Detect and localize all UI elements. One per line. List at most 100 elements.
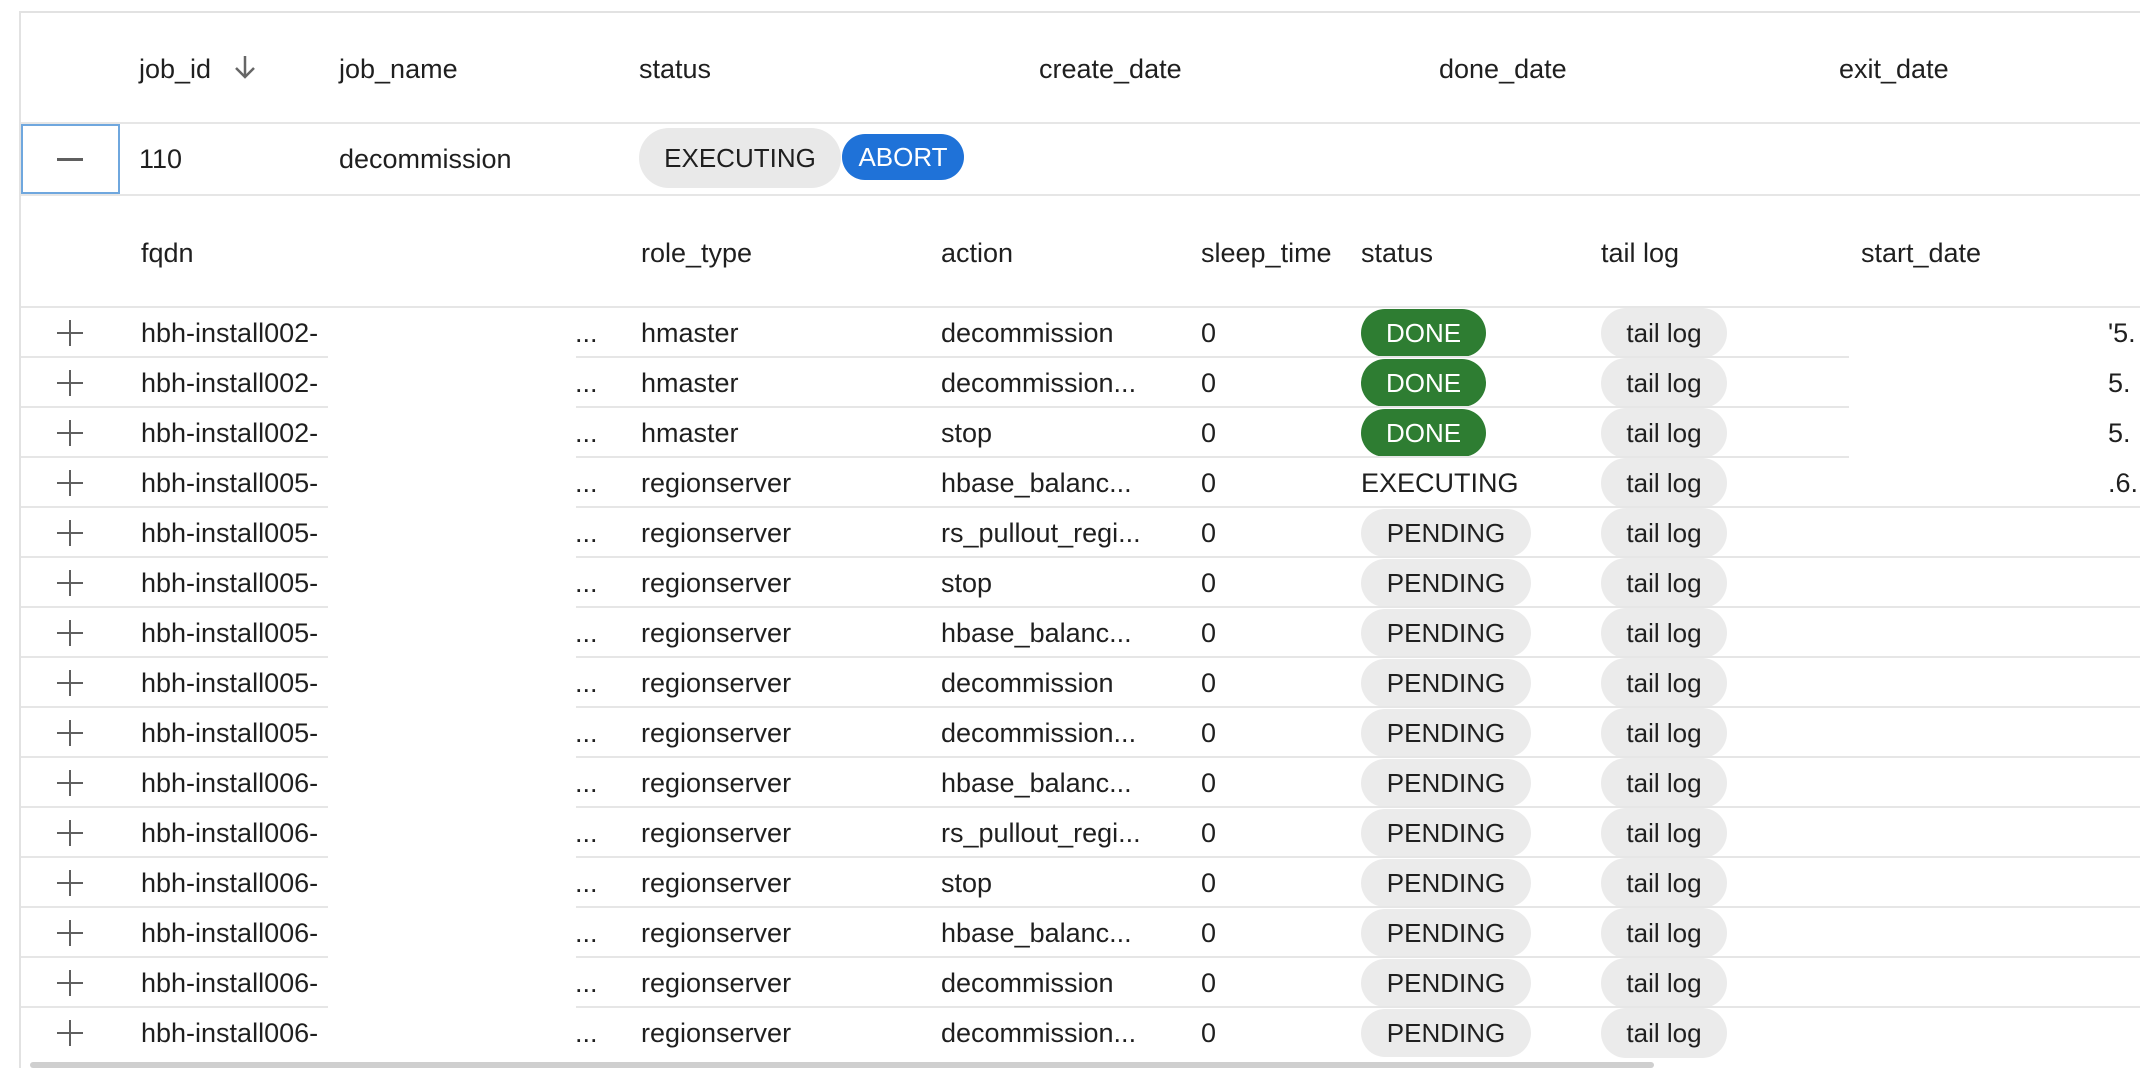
status-badge-pending: PENDING: [1361, 609, 1531, 657]
tail-log-button[interactable]: tail log: [1601, 608, 1727, 658]
row-divider: [21, 606, 328, 608]
row-divider: [21, 706, 328, 708]
fqdn-ellipsis: ...: [575, 418, 598, 448]
fqdn-ellipsis: ...: [575, 768, 598, 798]
fqdn-ellipsis: ...: [575, 368, 598, 398]
status-badge-done: DONE: [1361, 409, 1486, 457]
sleep-time-cell: 0: [1201, 618, 1217, 648]
inner-header-status[interactable]: status: [1361, 238, 1433, 268]
action-cell: stop: [941, 418, 993, 448]
sleep-time-cell: 0: [1201, 1018, 1217, 1048]
plus-icon[interactable]: [57, 1020, 83, 1046]
plus-icon[interactable]: [57, 470, 83, 496]
row-divider: [576, 956, 2140, 958]
plus-icon[interactable]: [57, 520, 83, 546]
inner-header-tail-log[interactable]: tail log: [1601, 238, 1679, 268]
row-divider: [21, 756, 328, 758]
row-divider: [21, 506, 328, 508]
row-divider: [576, 906, 2140, 908]
plus-icon[interactable]: [57, 570, 83, 596]
minus-icon: [57, 158, 83, 161]
status-badge-pending: PENDING: [1361, 1009, 1531, 1057]
inner-header-sleep-time[interactable]: sleep_time: [1201, 238, 1332, 268]
fqdn-cell: hbh-install006-: [141, 1018, 319, 1048]
status-badge-pending: PENDING: [1361, 759, 1531, 807]
status-badge-pending: PENDING: [1361, 509, 1531, 557]
header-create-date[interactable]: create_date: [1039, 54, 1182, 84]
action-cell: decommission...: [941, 718, 1137, 748]
plus-icon[interactable]: [57, 970, 83, 996]
inner-header-role-type[interactable]: role_type: [641, 238, 752, 268]
action-cell: hbase_balanc...: [941, 618, 1132, 648]
row-divider: [21, 406, 328, 408]
plus-icon[interactable]: [57, 370, 83, 396]
row-divider: [576, 556, 2140, 558]
fqdn-ellipsis: ...: [575, 568, 598, 598]
sleep-time-cell: 0: [1201, 518, 1217, 548]
tail-log-button[interactable]: tail log: [1601, 858, 1727, 908]
role-type-cell: regionserver: [641, 468, 792, 498]
tail-log-button[interactable]: tail log: [1601, 1008, 1727, 1058]
sleep-time-cell: 0: [1201, 718, 1217, 748]
header-done-date[interactable]: done_date: [1439, 54, 1567, 84]
tail-log-button[interactable]: tail log: [1601, 558, 1727, 608]
tail-log-button[interactable]: tail log: [1601, 908, 1727, 958]
role-type-cell: hmaster: [641, 318, 739, 348]
row-divider: [576, 1006, 2140, 1008]
plus-icon[interactable]: [57, 720, 83, 746]
action-cell: hbase_balanc...: [941, 468, 1132, 498]
sleep-time-cell: 0: [1201, 568, 1217, 598]
plus-icon[interactable]: [57, 920, 83, 946]
fqdn-ellipsis: ...: [575, 518, 598, 548]
row-divider: [21, 806, 328, 808]
row-divider: [21, 1006, 328, 1008]
fqdn-cell: hbh-install006-: [141, 768, 319, 798]
role-type-cell: regionserver: [641, 518, 792, 548]
inner-header-fqdn[interactable]: fqdn: [141, 238, 194, 268]
role-type-cell: hmaster: [641, 368, 739, 398]
row-divider: [576, 856, 2140, 858]
inner-header-action[interactable]: action: [941, 238, 1013, 268]
status-badge-done: DONE: [1361, 309, 1486, 357]
header-exit-date[interactable]: exit_date: [1839, 54, 1949, 84]
tail-log-button[interactable]: tail log: [1601, 458, 1727, 508]
plus-icon[interactable]: [57, 870, 83, 896]
sleep-time-cell: 0: [1201, 368, 1217, 398]
role-type-cell: regionserver: [641, 618, 792, 648]
plus-icon[interactable]: [57, 770, 83, 796]
horizontal-scrollbar[interactable]: [30, 1062, 1654, 1068]
header-job-name[interactable]: job_name: [339, 54, 458, 84]
tail-log-button[interactable]: tail log: [1601, 308, 1727, 358]
arrow-down-icon[interactable]: [230, 52, 260, 82]
tail-log-button[interactable]: tail log: [1601, 508, 1727, 558]
fqdn-cell: hbh-install005-: [141, 718, 319, 748]
header-job-id[interactable]: job_id: [139, 54, 211, 84]
inner-header-start-date[interactable]: start_date: [1861, 238, 1981, 268]
tail-log-button[interactable]: tail log: [1601, 758, 1727, 808]
tail-log-button[interactable]: tail log: [1601, 958, 1727, 1008]
tail-log-button[interactable]: tail log: [1601, 708, 1727, 758]
fqdn-cell: hbh-install005-: [141, 668, 319, 698]
tail-log-button[interactable]: tail log: [1601, 808, 1727, 858]
fqdn-ellipsis: ...: [575, 1018, 598, 1048]
tail-log-button[interactable]: tail log: [1601, 658, 1727, 708]
header-status[interactable]: status: [639, 54, 711, 84]
action-cell: decommission...: [941, 1018, 1137, 1048]
status-badge-pending: PENDING: [1361, 809, 1531, 857]
collapse-row-button[interactable]: [21, 124, 120, 194]
role-type-cell: regionserver: [641, 918, 792, 948]
status-badge-pending: PENDING: [1361, 859, 1531, 907]
plus-icon[interactable]: [57, 820, 83, 846]
plus-icon[interactable]: [57, 320, 83, 346]
fqdn-cell: hbh-install005-: [141, 468, 319, 498]
plus-icon[interactable]: [57, 670, 83, 696]
role-type-cell: hmaster: [641, 418, 739, 448]
role-type-cell: regionserver: [641, 718, 792, 748]
plus-icon[interactable]: [57, 420, 83, 446]
fqdn-ellipsis: ...: [575, 818, 598, 848]
plus-icon[interactable]: [57, 620, 83, 646]
role-type-cell: regionserver: [641, 818, 792, 848]
tail-log-button[interactable]: tail log: [1601, 408, 1727, 458]
tail-log-button[interactable]: tail log: [1601, 358, 1727, 408]
abort-button[interactable]: ABORT: [842, 134, 964, 180]
